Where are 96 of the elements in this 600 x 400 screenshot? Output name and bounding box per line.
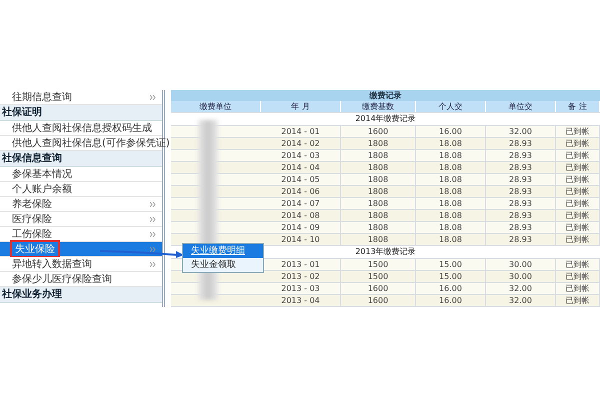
sidebar-item[interactable]: 往期信息查询 [0,90,162,105]
table-cell: 28.93 [486,198,556,209]
table-cell: 1808 [341,198,416,209]
sidebar-section-header: 社保证明 [0,105,162,121]
table-cell: 28.93 [486,162,556,173]
table-cell: 已到帐 [556,162,600,173]
year-group-header: 2014年缴费记录 [171,113,600,126]
table-cell: 已到帐 [556,150,600,161]
table-cell: 28.93 [486,210,556,221]
table-cell: 18.08 [416,222,486,233]
table-cell: 1808 [341,150,416,161]
table-cell: 2013 - 03 [261,283,341,294]
sidebar-item[interactable]: 参保基本情况 [0,167,162,182]
table-title: 缴费记录 [171,90,600,101]
table-cell: 2014 - 07 [261,198,341,209]
table-cell: 18.08 [416,186,486,197]
sidebar-item[interactable]: 个人账户余额 [0,182,162,197]
table-cell: 已到帐 [556,283,600,294]
popup-menu-item[interactable]: 失业金领取 [183,258,263,272]
table-cell: 2014 - 03 [261,150,341,161]
table-cell: 已到帐 [556,295,600,306]
table-cell: 1808 [341,210,416,221]
table-cell: 18.08 [416,198,486,209]
sidebar-item[interactable]: 参保少儿医疗保险查询 [0,272,162,287]
sidebar-item-label: 参保少儿医疗保险查询 [12,272,112,286]
table-cell: 已到帐 [556,126,600,137]
table-cell: 32.00 [486,295,556,306]
sidebar-item-label: 往期信息查询 [12,90,72,104]
table-cell: 1600 [341,295,416,306]
sidebar-item-label: 养老保险 [12,198,52,211]
table-cell: 已到帐 [556,210,600,221]
table-cell: 1808 [341,162,416,173]
table-cell: 2013 - 04 [261,295,341,306]
sidebar-item-label: 供他人查阅社保信息(可作参保凭证) [12,136,170,150]
table-cell: 1808 [341,174,416,185]
table-cell: 已到帐 [556,234,600,245]
sidebar-item-label: 异地转入数据查询 [12,258,92,271]
table-cell: 28.93 [486,138,556,149]
table-cell: 1808 [341,138,416,149]
table-cell: 2014 - 04 [261,162,341,173]
table-cell: 18.08 [416,174,486,185]
table-cell: 16.00 [416,283,486,294]
table-cell: 已到帐 [556,222,600,233]
table-cell: 1600 [341,283,416,294]
sidebar-item[interactable]: 养老保险 [0,197,162,212]
table-cell: 18.08 [416,138,486,149]
table-cell: 1808 [341,234,416,245]
sidebar-item[interactable]: 工伤保险 [0,227,162,242]
sidebar-item-label: 医疗保险 [12,212,52,226]
sidebar-item-label: 个人账户余额 [12,182,72,196]
table-cell: 已到帐 [556,174,600,185]
table-cell: 1808 [341,186,416,197]
table-cell: 18.08 [416,162,486,173]
table-cell: 30.00 [486,271,556,282]
table-cell: 2014 - 06 [261,186,341,197]
sidebar-item-label: 工伤保险 [12,228,52,241]
table-cell: 1500 [341,259,416,270]
table-cell: 1500 [341,271,416,282]
table-cell: 28.93 [486,222,556,233]
table-cell: 2014 - 05 [261,174,341,185]
sidebar-item[interactable]: 失业保险 [0,242,162,257]
table-cell: 28.93 [486,186,556,197]
table-cell: 已到帐 [556,259,600,270]
sidebar-section-header: 社保业务办理 [0,287,162,303]
table-cell: 28.93 [486,174,556,185]
sidebar-item[interactable]: 医疗保险 [0,212,162,227]
table-cell: 28.93 [486,150,556,161]
table-cell: 18.08 [416,234,486,245]
popup-menu-item[interactable]: 失业缴费明细 [183,244,263,258]
sidebar-item-label: 参保基本情况 [12,168,72,181]
table-cell: 15.00 [416,259,486,270]
table-cell: 30.00 [486,259,556,270]
table-cell: 16.00 [416,126,486,137]
sidebar-item[interactable]: 供他人查阅社保信息授权码生成 [0,121,162,136]
table-cell: 已到帐 [556,186,600,197]
table-cell: 已到帐 [556,138,600,149]
sidebar-section-header: 社保信息查询 [0,151,162,167]
table-cell: 1808 [341,222,416,233]
sidebar-item-label: 失业保险 [12,242,58,256]
table-cell: 18.08 [416,150,486,161]
table-cell: 1600 [341,126,416,137]
table-cell: 已到帐 [556,198,600,209]
table-cell: 32.00 [486,283,556,294]
table-cell: 15.00 [416,271,486,282]
table-cell: 18.08 [416,210,486,221]
sidebar-item-label: 供他人查阅社保信息授权码生成 [12,122,152,135]
sidebar-item[interactable]: 异地转入数据查询 [0,257,162,272]
table-cell: 32.00 [486,126,556,137]
table-cell: 16.00 [416,295,486,306]
table-cell: 2014 - 09 [261,222,341,233]
pointer-arrow-icon [100,249,184,259]
table-cell: 2014 - 08 [261,210,341,221]
table-cell: 28.93 [486,234,556,245]
table-cell: 2014 - 01 [261,126,341,137]
table-cell: 2014 - 02 [261,138,341,149]
table-cell: 已到帐 [556,271,600,282]
